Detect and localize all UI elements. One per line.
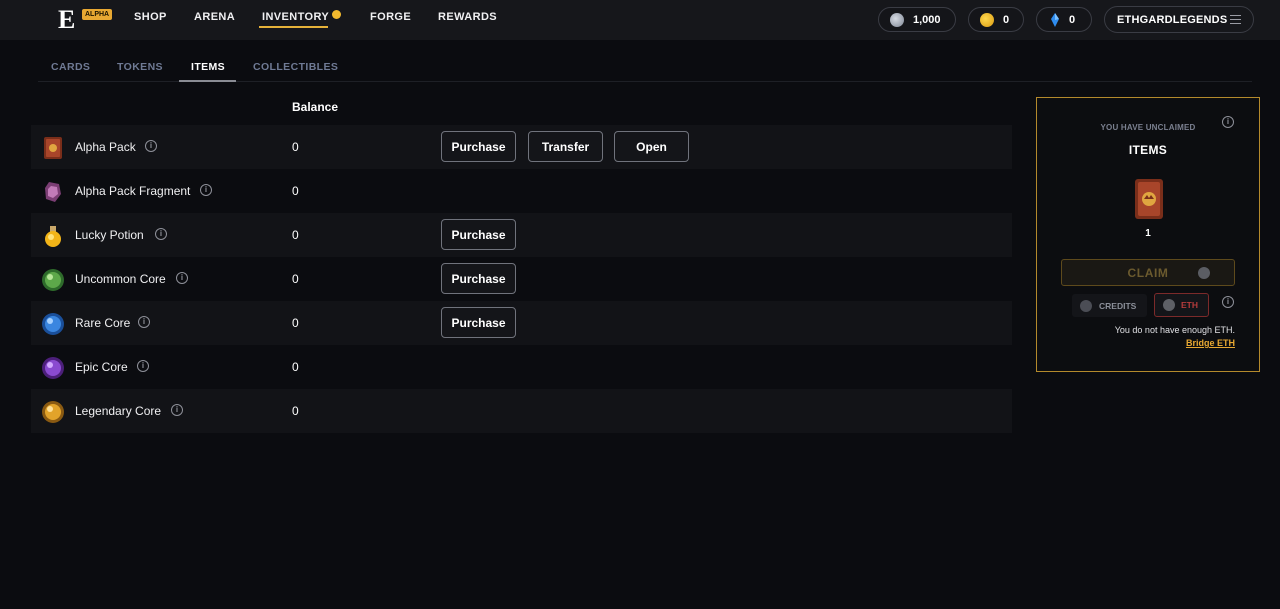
notification-dot [332,10,341,19]
claim-button[interactable]: CLAIM [1061,259,1235,286]
gold-coin-icon [980,12,994,27]
transfer-button[interactable]: Transfer [528,131,603,162]
info-icon[interactable]: i [1222,296,1234,308]
item-name: Uncommon Core [75,272,166,286]
user-menu[interactable]: ETHGARDLEGENDS [1104,6,1254,33]
credits-balance: 1,000 [913,13,941,26]
item-balance: 0 [292,184,299,198]
table-row: Uncommon Core i 0 Purchase [31,257,1012,301]
gold-balance: 0 [1003,13,1010,26]
rare-core-icon [41,312,65,336]
eth-icon [1163,299,1175,311]
logo[interactable]: E [58,7,80,33]
item-name: Rare Core [75,316,131,330]
info-icon[interactable]: i [1222,116,1234,128]
purchase-button[interactable]: Purchase [441,263,516,294]
pay-credits-label: CREDITS [1099,300,1137,311]
credits-balance-pill[interactable]: 1,000 [878,7,956,32]
table-row: Lucky Potion i 0 Purchase [31,213,1012,257]
info-icon[interactable]: i [137,360,149,372]
pay-with-eth-toggle[interactable]: ETH [1154,293,1209,317]
purchase-button[interactable]: Purchase [441,307,516,338]
item-balance: 0 [292,360,299,374]
table-row: Legendary Core i 0 [31,389,1012,433]
alpha-pack-icon [41,136,65,160]
alpha-pack-fragment-icon [41,180,65,204]
eth-icon [1198,267,1210,279]
purchase-button[interactable]: Purchase [441,219,516,250]
item-balance: 0 [292,316,299,330]
info-icon[interactable]: i [138,316,150,328]
item-name: Alpha Pack [75,140,136,154]
nav-active-indicator [259,26,328,28]
info-icon[interactable]: i [145,140,157,152]
epic-core-icon [41,356,65,380]
item-balance: 0 [292,228,299,242]
nav-forge[interactable]: FORGE [370,11,411,23]
credits-coin-icon [1080,299,1092,312]
logo-letter: E [58,5,76,34]
pay-with-credits-toggle[interactable]: CREDITS [1072,294,1147,317]
hamburger-menu-icon[interactable] [1230,15,1241,24]
gem-icon [1050,12,1060,27]
info-icon[interactable]: i [176,272,188,284]
table-row: Alpha Pack Fragment i 0 [31,169,1012,213]
table-row: Alpha Pack i 0 Purchase Transfer Open [31,125,1012,169]
item-balance: 0 [292,272,299,286]
uncommon-core-icon [41,268,65,292]
legendary-core-icon [41,400,65,424]
open-button[interactable]: Open [614,131,689,162]
tab-collectibles[interactable]: COLLECTIBLES [253,61,338,73]
nav-shop[interactable]: SHOP [134,11,167,23]
top-nav-bar: E ALPHA SHOP ARENA INVENTORY FORGE REWAR… [0,0,1280,40]
gem-balance-pill[interactable]: 0 [1036,7,1092,32]
claim-count: 1 [1145,228,1151,239]
info-icon[interactable]: i [200,184,212,196]
gem-balance: 0 [1069,13,1076,26]
tab-active-indicator [179,80,236,82]
nav-rewards[interactable]: REWARDS [438,11,497,23]
tab-cards[interactable]: CARDS [51,61,90,73]
pay-eth-label: ETH [1181,300,1198,310]
nav-inventory[interactable]: INVENTORY [262,11,329,23]
claim-title: ITEMS [1128,143,1168,157]
tab-tokens[interactable]: TOKENS [117,61,163,73]
claim-button-label: CLAIM [1127,265,1169,280]
purchase-button[interactable]: Purchase [441,131,516,162]
item-name: Lucky Potion [75,228,144,242]
credits-coin-icon [890,12,904,27]
item-balance: 0 [292,140,299,154]
inventory-tabs: CARDS TOKENS ITEMS COLLECTIBLES [38,52,1252,82]
item-name: Alpha Pack Fragment [75,184,191,198]
item-balance: 0 [292,404,299,418]
insufficient-eth-message: You do not have enough ETH. [1114,325,1235,335]
gold-balance-pill[interactable]: 0 [968,7,1024,32]
info-icon[interactable]: i [171,404,183,416]
table-row: Epic Core i 0 [31,345,1012,389]
table-row: Rare Core i 0 Purchase [31,301,1012,345]
alpha-pack-icon [1130,177,1168,221]
tab-items[interactable]: ITEMS [191,61,225,73]
unclaimed-items-panel: YOU HAVE UNCLAIMED i ITEMS 1 CLAIM CREDI… [1036,97,1260,372]
alpha-badge: ALPHA [82,9,113,20]
balance-column-header: Balance [292,100,339,114]
item-name: Legendary Core [75,404,162,418]
item-name: Epic Core [75,360,128,374]
lucky-potion-icon [41,224,65,248]
username: ETHGARDLEGENDS [1117,13,1228,26]
bridge-eth-link[interactable]: Bridge ETH [1186,338,1235,348]
info-icon[interactable]: i [155,228,167,240]
nav-arena[interactable]: ARENA [194,11,235,23]
